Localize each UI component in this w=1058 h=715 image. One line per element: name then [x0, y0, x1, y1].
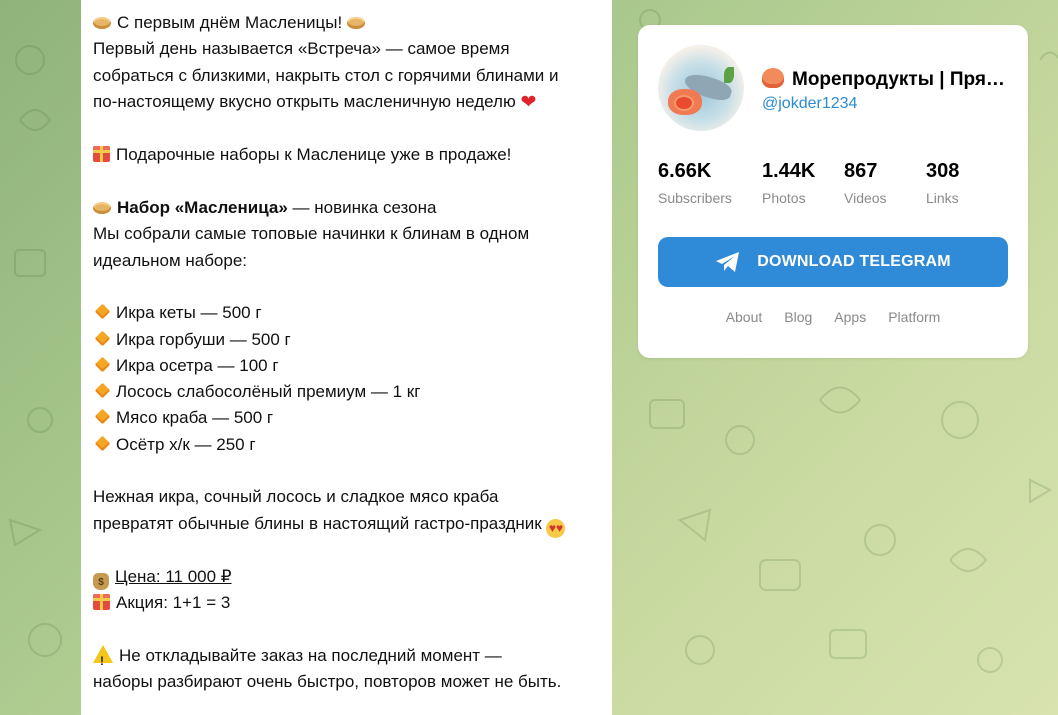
channel-avatar[interactable]	[658, 45, 744, 131]
set-title: Набор «Масленица»	[117, 198, 288, 218]
list-item: Икра горбуши — 500 г	[93, 327, 600, 353]
list-item: Икра осетра — 100 г	[93, 353, 600, 379]
orange-diamond-icon	[94, 303, 111, 320]
link-platform[interactable]: Platform	[888, 309, 940, 325]
orange-diamond-icon	[94, 356, 111, 373]
set-subtitle: — новинка сезона	[287, 198, 437, 218]
post-line: Мы собрали самые топовые начинки к блина…	[93, 224, 530, 244]
list-item: Икра кеты — 500 г	[93, 300, 600, 326]
orange-diamond-icon	[94, 409, 111, 425]
stat-links: 308 Links	[926, 158, 986, 206]
heart-eyes-emoji-icon: ♥♥	[546, 518, 566, 538]
post-line: по-настоящему вкусно открыть масленичную…	[93, 89, 600, 116]
channel-stats: 6.66K Subscribers 1.44K Photos 867 Video…	[658, 158, 986, 206]
post-line: Первый день называется «Встреча» — самое…	[93, 39, 510, 59]
heart-emoji-icon: ❤	[520, 91, 537, 113]
footer-links: About Blog Apps Platform	[638, 309, 1028, 325]
warning-line: Не откладывайте заказ на последний момен…	[93, 643, 600, 674]
stat-label: Photos	[762, 190, 806, 206]
stat-label: Subscribers	[658, 190, 732, 206]
orange-diamond-icon	[94, 435, 111, 452]
list-item-text: Икра горбуши — 500 г	[116, 329, 291, 349]
download-telegram-label: DOWNLOAD TELEGRAM	[757, 253, 951, 270]
list-item-text: Икра осетра — 100 г	[116, 355, 279, 375]
stat-value: 6.66K	[658, 160, 712, 182]
post-line: Нежная икра, сочный лосось и сладкое мяс…	[93, 487, 499, 507]
stat-label: Links	[926, 190, 959, 206]
list-item: Мясо краба — 500 г	[93, 405, 600, 431]
channel-username[interactable]: @jokder1234	[762, 95, 857, 113]
post-line: собраться с близкими, накрыть стол с гор…	[93, 65, 559, 85]
greeting-text: С первым днём Масленицы!	[117, 13, 343, 32]
gift-sets-text: Подарочные наборы к Масленице уже в прод…	[116, 145, 512, 165]
post-line-text: по-настоящему вкусно открыть масленичную…	[93, 91, 516, 111]
telegram-plane-icon	[716, 252, 740, 272]
price-line: $ Цена: 11 000 ₽	[93, 564, 600, 590]
download-telegram-button[interactable]: DOWNLOAD TELEGRAM	[658, 237, 1008, 287]
stat-label: Videos	[844, 190, 887, 206]
stat-value: 308	[926, 160, 960, 182]
channel-info-card: Морепродукты | Пря… @jokder1234 6.66K Su…	[638, 25, 1028, 358]
shrimp-emoji-icon	[762, 68, 784, 88]
pancake-emoji-icon	[93, 202, 111, 215]
leaf-illustration	[724, 67, 734, 83]
stat-videos: 867 Videos	[844, 158, 926, 206]
orange-diamond-icon	[94, 330, 111, 346]
promo-line: Акция: 1+1 = 3	[93, 590, 600, 616]
price-text: Цена: 11 000 ₽	[115, 566, 232, 586]
list-item-text: Мясо краба — 500 г	[116, 408, 274, 428]
stat-value: 1.44K	[762, 160, 816, 182]
channel-title-text: Морепродукты | Пря…	[792, 69, 1005, 90]
gift-emoji-icon	[93, 146, 110, 163]
pancake-emoji-icon	[93, 17, 111, 29]
link-about[interactable]: About	[726, 309, 763, 325]
post-line: идеальном наборе:	[93, 250, 248, 270]
set-title-line: Набор «Масленица» — новинка сезона	[93, 195, 600, 221]
link-apps[interactable]: Apps	[834, 309, 866, 325]
post-line-greeting: С первым днём Масленицы!	[93, 10, 600, 36]
list-item-text: Икра кеты — 500 г	[116, 303, 262, 323]
gift-emoji-icon	[93, 594, 110, 611]
channel-post-message: С первым днём Масленицы! Первый день наз…	[81, 0, 612, 715]
roe-illustration	[676, 97, 692, 109]
post-line: превратят обычные блины в настоящий гаст…	[93, 511, 600, 538]
list-item-text: Лосось слабосолёный премиум — 1 кг	[116, 382, 421, 402]
post-line-text: превратят обычные блины в настоящий гаст…	[93, 513, 542, 533]
orange-diamond-icon	[94, 382, 111, 399]
stat-subscribers: 6.66K Subscribers	[658, 158, 762, 206]
warning-text: Не откладывайте заказ на последний момен…	[119, 645, 502, 665]
stat-photos: 1.44K Photos	[762, 158, 844, 206]
link-blog[interactable]: Blog	[784, 309, 812, 325]
list-item: Осётр х/к — 250 г	[93, 432, 600, 458]
channel-title: Морепродукты | Пря…	[762, 68, 1012, 91]
post-line: наборы разбирают очень быстро, повторов …	[93, 672, 562, 692]
list-item-text: Осётр х/к — 250 г	[116, 434, 256, 454]
money-bag-emoji-icon: $	[93, 572, 109, 590]
gift-sets-line: Подарочные наборы к Масленице уже в прод…	[93, 142, 600, 168]
pancake-emoji-icon	[346, 17, 365, 29]
list-item: Лосось слабосолёный премиум — 1 кг	[93, 379, 600, 405]
stat-value: 867	[844, 160, 878, 182]
warning-emoji-icon	[93, 644, 113, 674]
promo-text: Акция: 1+1 = 3	[116, 593, 231, 613]
